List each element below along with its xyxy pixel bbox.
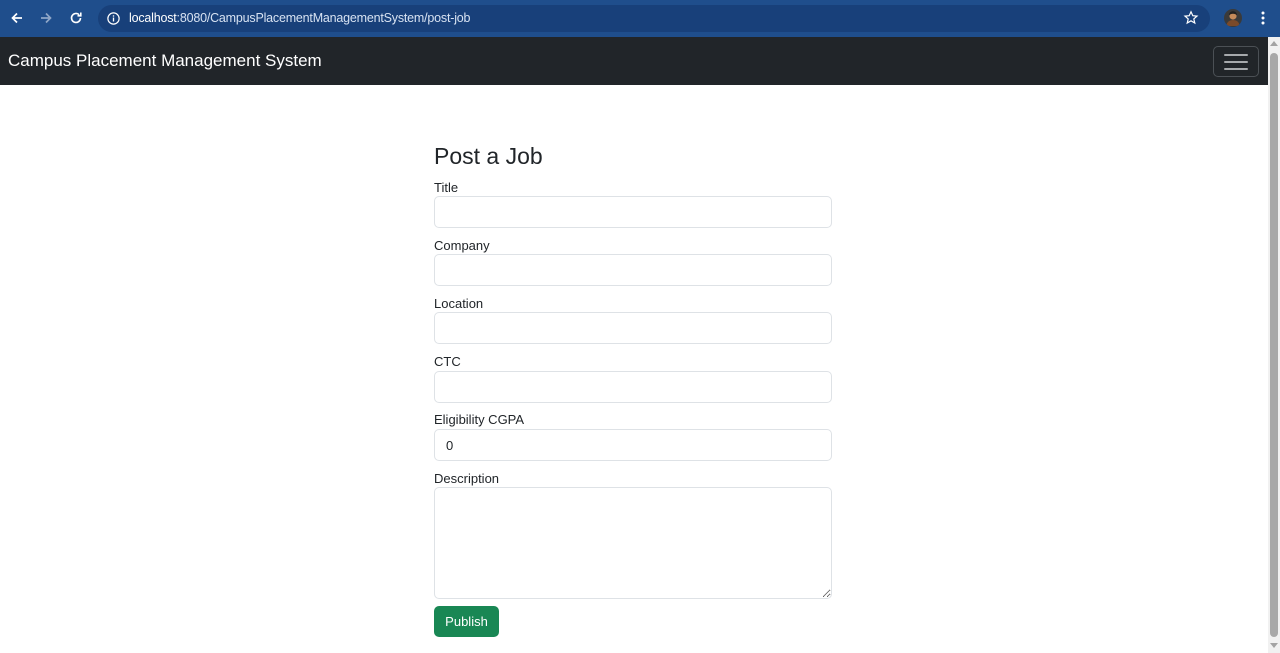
hamburger-icon [1224,53,1248,70]
scroll-down-arrow-icon[interactable] [1270,643,1278,648]
page-title: Post a Job [434,143,543,169]
profile-icon [1226,11,1240,26]
back-arrow-icon [11,12,22,24]
publish-button[interactable]: Publish [434,606,499,637]
url-text[interactable]: localhost:8080/CampusPlacementManagement… [129,11,470,25]
title-label: Title [434,180,459,195]
description-textarea[interactable] [434,487,832,599]
url-path: :8080/CampusPlacementManagementSystem/po… [176,11,471,25]
forward-arrow-icon [41,12,52,24]
app-navbar: Campus Placement Management System [0,37,1268,85]
ctc-label: CTC [434,354,461,369]
more-vert-icon[interactable] [1256,10,1270,26]
company-label: Company [434,238,490,253]
eligibility-cgpa-input[interactable] [434,429,832,461]
title-input[interactable] [434,196,832,228]
star-icon[interactable] [1183,10,1199,26]
description-label: Description [434,471,500,486]
forward-button[interactable] [36,8,56,28]
company-input[interactable] [434,254,832,286]
back-button[interactable] [7,8,27,28]
info-icon[interactable] [106,11,121,26]
reload-icon [70,12,82,24]
scroll-thumb[interactable] [1270,53,1278,637]
url-host: localhost [129,11,177,25]
reload-button[interactable] [66,8,86,28]
ctc-input[interactable] [434,371,832,403]
avatar[interactable] [1224,9,1242,27]
page-scrollbar[interactable] [1268,37,1280,653]
location-label: Location [434,296,484,311]
eligibility-cgpa-label: Eligibility CGPA [434,412,525,427]
address-bar[interactable]: localhost:8080/CampusPlacementManagement… [98,5,1210,32]
location-input[interactable] [434,312,832,344]
navbar-toggler-button[interactable] [1213,46,1259,77]
scroll-up-arrow-icon[interactable] [1270,41,1278,46]
navbar-brand[interactable]: Campus Placement Management System [8,51,322,71]
browser-toolbar: localhost:8080/CampusPlacementManagement… [0,0,1280,37]
